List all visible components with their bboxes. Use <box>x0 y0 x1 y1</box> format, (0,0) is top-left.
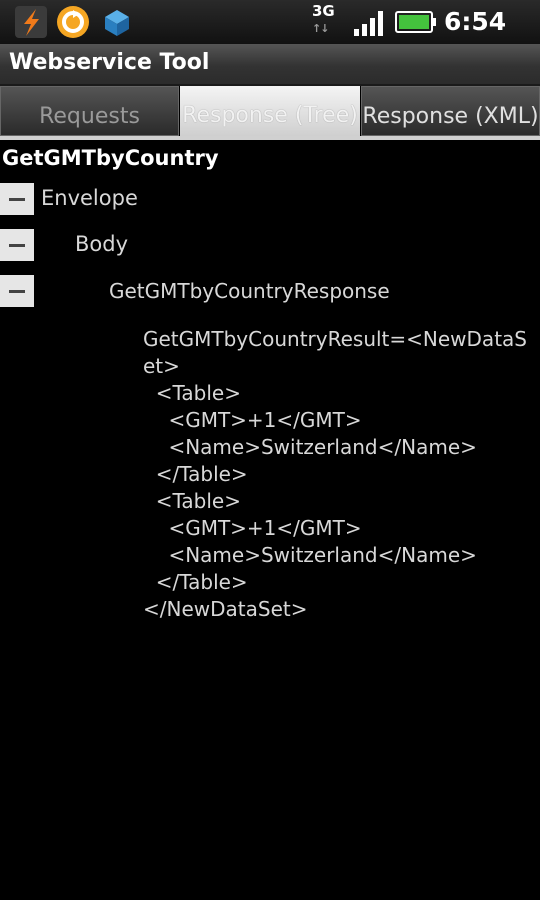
app-title: Webservice Tool <box>9 50 210 75</box>
tree-node-label: Envelope <box>41 186 138 210</box>
collapse-icon[interactable] <box>0 183 34 215</box>
title-bar: Webservice Tool <box>0 44 540 86</box>
tab-indicator <box>0 136 540 140</box>
tab-bar: Requests Response (Tree) Response (XML) <box>0 86 540 138</box>
tree-node-label: GetGMTbyCountryResponse <box>109 279 390 303</box>
status-bar: 3G ↑↓ 6:54 AM <box>0 0 540 63</box>
tab-response-xml[interactable]: Response (XML) <box>361 86 540 136</box>
battery-icon <box>395 11 436 33</box>
tab-requests[interactable]: Requests <box>0 86 179 136</box>
dropbox-icon <box>105 10 129 36</box>
network-arrows: ↑↓ <box>312 22 329 35</box>
method-name: GetGMTbyCountry <box>2 146 219 170</box>
tab-response-tree[interactable]: Response (Tree) <box>180 86 360 136</box>
clock-time: 6:54 <box>444 7 507 36</box>
network-type: 3G <box>312 2 335 20</box>
result-value: GetGMTbyCountryResult=<NewDataSet> <Tabl… <box>143 327 527 621</box>
collapse-icon[interactable] <box>0 229 34 261</box>
tree-node-getgmtbycountryresponse[interactable]: GetGMTbyCountryResponse <box>0 275 540 309</box>
signal-bars-icon <box>354 11 383 36</box>
tree-node-body[interactable]: Body <box>0 229 540 263</box>
tree-node-label: Body <box>75 232 129 256</box>
collapse-icon[interactable] <box>0 275 34 307</box>
network-indicator: 3G ↑↓ <box>312 4 335 36</box>
flash-icon <box>15 6 47 38</box>
sync-icon <box>57 6 89 38</box>
tree-node-envelope[interactable]: Envelope <box>0 183 540 217</box>
